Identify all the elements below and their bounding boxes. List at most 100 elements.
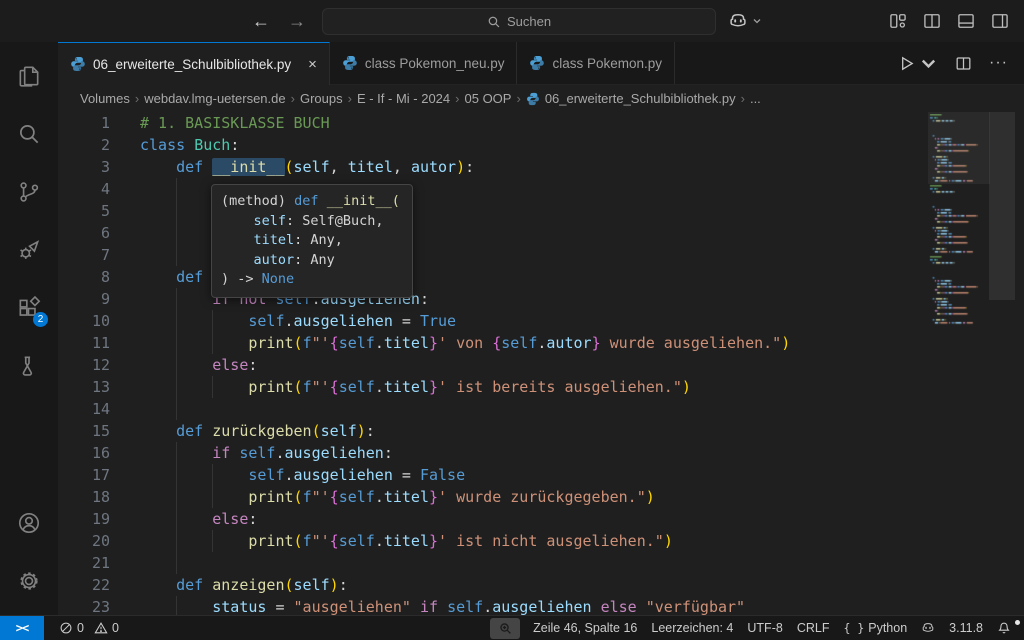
eol-setting[interactable]: CRLF xyxy=(790,621,837,635)
indent-guide xyxy=(212,332,213,354)
code-line[interactable]: 23 status = "ausgeliehen" if self.ausgel… xyxy=(58,596,1024,615)
code-line[interactable]: 2class Buch: xyxy=(58,134,1024,156)
variable: titel xyxy=(384,532,429,550)
breadcrumb-item[interactable]: E - If - Mi - 2024 xyxy=(357,91,450,106)
code-line[interactable]: 14 xyxy=(58,398,1024,420)
text: . xyxy=(375,334,384,352)
back-icon[interactable]: ← xyxy=(252,12,270,30)
breadcrumb-item[interactable]: Groups xyxy=(300,91,343,106)
self-keyword: self xyxy=(248,312,284,330)
code-line[interactable]: 9 if not self.ausgeliehen: xyxy=(58,288,1024,310)
split-editor-icon[interactable] xyxy=(922,11,942,31)
breadcrumb-separator-icon: › xyxy=(291,91,295,106)
text: : xyxy=(384,444,393,462)
notifications-bell[interactable] xyxy=(990,621,1018,635)
breadcrumb-item[interactable]: 06_erweiterte_Schulbibliothek.py xyxy=(526,91,736,106)
text xyxy=(185,136,194,154)
code-line[interactable]: 13 print(f"'{self.titel}' ist bereits au… xyxy=(58,376,1024,398)
split-editor-icon[interactable] xyxy=(954,54,973,73)
fstring-brace: } xyxy=(429,488,438,506)
control-keyword: if xyxy=(212,444,230,462)
text xyxy=(203,158,212,176)
indentation-setting[interactable]: Leerzeichen: 4 xyxy=(644,621,740,635)
code-line[interactable]: 12 else: xyxy=(58,354,1024,376)
account-icon[interactable] xyxy=(5,499,53,547)
language-mode[interactable]: { } Python xyxy=(836,621,914,635)
fstring-brace: { xyxy=(330,334,339,352)
remote-indicator[interactable]: >< xyxy=(0,616,44,640)
code-line[interactable]: 3 def __init__(self, titel, autor): xyxy=(58,156,1024,178)
testing-icon[interactable] xyxy=(5,342,53,390)
problems-indicator[interactable]: 0 0 xyxy=(52,621,126,635)
code-line[interactable]: 19 else: xyxy=(58,508,1024,530)
function-name: anzeigen xyxy=(212,576,284,594)
variable: autor xyxy=(411,158,456,176)
search-view-icon[interactable] xyxy=(5,110,53,158)
encoding-setting[interactable]: UTF-8 xyxy=(740,621,789,635)
close-tab-icon[interactable]: × xyxy=(308,56,317,73)
code-lines: 1# 1. BASISKLASSE BUCH2class Buch:3 def … xyxy=(58,112,1024,615)
breadcrumb-item[interactable]: ... xyxy=(750,91,761,106)
code-line[interactable]: 8 def xyxy=(58,266,1024,288)
command-center-search[interactable]: Suchen xyxy=(322,8,716,35)
forward-icon[interactable]: → xyxy=(288,12,306,30)
breadcrumb-item[interactable]: 05 OOP xyxy=(465,91,512,106)
breadcrumb-item[interactable]: webdav.lmg-uetersen.de xyxy=(144,91,285,106)
line-number: 13 xyxy=(58,376,110,398)
copilot-menu[interactable] xyxy=(728,11,762,31)
bell-icon xyxy=(997,621,1011,635)
code-line[interactable]: 16 if self.ausgeliehen: xyxy=(58,442,1024,464)
control-keyword: else xyxy=(212,356,248,374)
line-number: 23 xyxy=(58,596,110,615)
string: ' ist bereits ausgeliehen." xyxy=(438,378,682,396)
function-name: zurückgeben xyxy=(212,422,311,440)
more-actions-icon[interactable]: ··· xyxy=(989,54,1008,72)
copilot-status[interactable] xyxy=(914,621,942,635)
code-line[interactable]: 11 print(f"'{self.titel}' von {self.auto… xyxy=(58,332,1024,354)
code-line[interactable]: 18 print(f"'{self.titel}' wurde zurückge… xyxy=(58,486,1024,508)
code-line[interactable]: 1# 1. BASISKLASSE BUCH xyxy=(58,112,1024,134)
code-line[interactable]: 17 self.ausgeliehen = False xyxy=(58,464,1024,486)
source-control-icon[interactable] xyxy=(5,168,53,216)
text xyxy=(319,193,327,209)
code-line[interactable]: 4 xyxy=(58,178,1024,200)
code-line[interactable]: 15 def zurückgeben(self): xyxy=(58,420,1024,442)
text xyxy=(411,598,420,615)
screenshot-zoom-indicator[interactable] xyxy=(490,618,520,639)
code-line[interactable]: 20 print(f"'{self.titel}' ist nicht ausg… xyxy=(58,530,1024,552)
explorer-icon[interactable] xyxy=(5,52,53,100)
code-line[interactable]: 22 def anzeigen(self): xyxy=(58,574,1024,596)
toggle-secondary-sidebar-icon[interactable] xyxy=(990,11,1010,31)
code-line[interactable]: 10 self.ausgeliehen = True xyxy=(58,310,1024,332)
text xyxy=(140,312,248,330)
tab-pokemon-neu[interactable]: class Pokemon_neu.py xyxy=(330,42,518,84)
cursor-position[interactable]: Zeile 46, Spalte 16 xyxy=(526,621,644,635)
breadcrumb-separator-icon: › xyxy=(455,91,459,106)
text xyxy=(438,598,447,615)
tab-schulbibliothek[interactable]: 06_erweiterte_Schulbibliothek.py × xyxy=(58,42,330,85)
run-debug-icon[interactable] xyxy=(5,226,53,274)
line-number: 15 xyxy=(58,420,110,442)
fstring-brace: } xyxy=(429,532,438,550)
vertical-scrollbar[interactable] xyxy=(989,112,1015,300)
fstring-brace: } xyxy=(429,378,438,396)
breadcrumb-item[interactable]: Volumes xyxy=(80,91,130,106)
line-number: 8 xyxy=(58,266,110,288)
python-interpreter-version[interactable]: 3.11.8 xyxy=(942,621,990,635)
run-python-file-button[interactable] xyxy=(897,54,938,73)
customize-layout-icon[interactable] xyxy=(888,11,908,31)
minimap-slider[interactable] xyxy=(928,112,990,184)
string: "' xyxy=(312,488,330,506)
toggle-panel-icon[interactable] xyxy=(956,11,976,31)
code-line[interactable]: 7 xyxy=(58,244,1024,266)
code-line[interactable]: 6 xyxy=(58,222,1024,244)
tab-bar: 06_erweiterte_Schulbibliothek.py × class… xyxy=(58,42,1024,85)
keyword: def xyxy=(176,158,203,176)
code-line[interactable]: 5 xyxy=(58,200,1024,222)
extensions-icon[interactable]: 2 xyxy=(5,284,53,332)
bracket: ) xyxy=(646,488,655,506)
tab-pokemon[interactable]: class Pokemon.py xyxy=(517,42,675,84)
settings-gear-icon[interactable] xyxy=(5,557,53,605)
function-name: print xyxy=(248,378,293,396)
code-line[interactable]: 21 xyxy=(58,552,1024,574)
